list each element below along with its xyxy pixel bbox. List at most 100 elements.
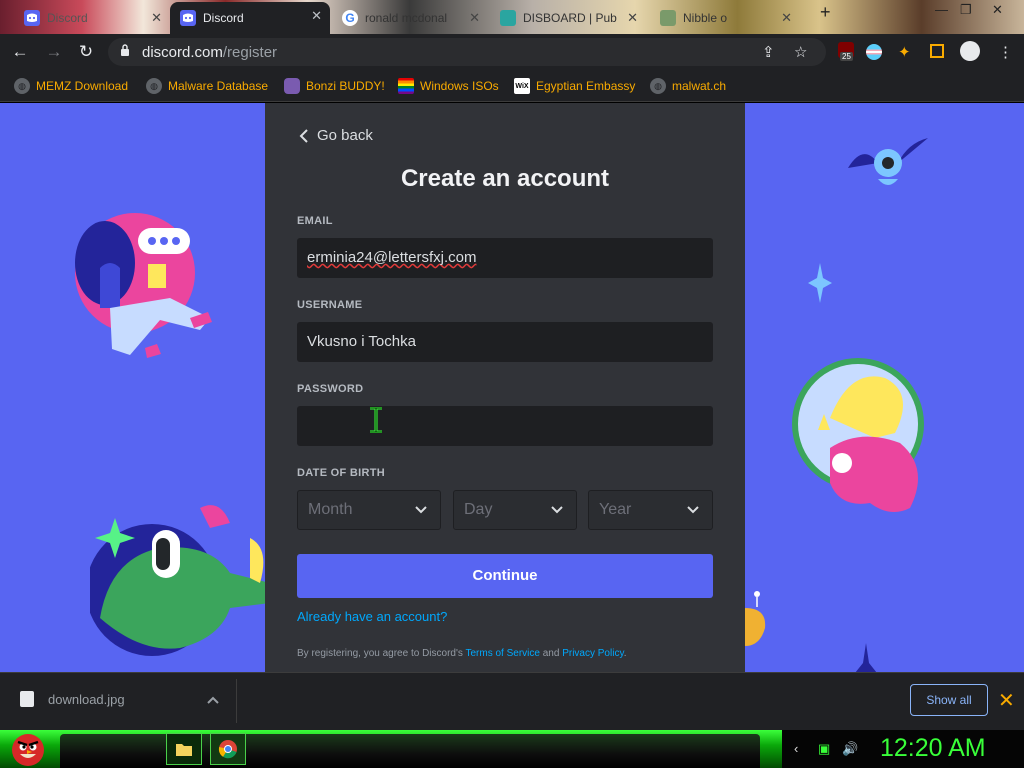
address-bar[interactable]: discord.com/register ⇪ ☆ (108, 38, 826, 66)
username-field[interactable]: Vkusno i Tochka (297, 322, 713, 362)
close-window-button[interactable]: ✕ (992, 2, 1003, 18)
username-label: USERNAME (297, 299, 363, 311)
extensions-puzzle-icon[interactable]: ✦ (898, 43, 911, 61)
register-card: Go back Create an account EMAIL erminia2… (265, 103, 745, 672)
reload-icon[interactable]: ↻ (76, 42, 96, 62)
chevron-up-icon[interactable] (206, 693, 220, 707)
bookmark-bonzi[interactable]: Bonzi BUDDY! (284, 76, 385, 96)
minimize-button[interactable]: — (935, 2, 948, 17)
terms-of-service-link[interactable]: Terms of Service (465, 648, 539, 659)
tab-strip: Discord ✕ Discord ✕ G ronald mcdonal ✕ D… (0, 0, 1024, 34)
email-label: EMAIL (297, 215, 333, 227)
globe-icon: ◍ (146, 78, 162, 94)
password-label: PASSWORD (297, 383, 364, 395)
show-hidden-icons-icon[interactable]: ‹ (794, 741, 798, 756)
network-icon[interactable]: ▣ (818, 741, 830, 757)
chevron-left-icon (299, 128, 308, 143)
page-title: Create an account (400, 165, 610, 192)
bonzi-icon (284, 78, 300, 94)
windows-icon (398, 78, 414, 94)
volume-icon[interactable]: 🔊 (842, 741, 858, 757)
tab-google[interactable]: G ronald mcdonal ✕ (332, 4, 488, 32)
tab-discord-1[interactable]: Discord ✕ (14, 4, 170, 32)
new-tab-button[interactable]: + (820, 2, 831, 23)
bookmarks-bar: ◍ MEMZ Download ◍ Malware Database Bonzi… (0, 70, 1024, 102)
forward-icon[interactable]: → (44, 42, 64, 62)
bookmark-malwatch[interactable]: ◍ malwat.ch (650, 76, 726, 96)
bookmark-memz[interactable]: ◍ MEMZ Download (14, 76, 128, 96)
screen: Discord ✕ Discord ✕ G ronald mcdonal ✕ D… (0, 0, 1024, 768)
profile-avatar[interactable] (960, 41, 980, 61)
tab-title: Discord (47, 11, 88, 25)
taskbar-clock[interactable]: 12:20 AM (880, 734, 986, 763)
bookmark-star-icon[interactable]: ☆ (794, 43, 807, 61)
year-select[interactable]: Year (588, 490, 713, 530)
sparkle-icon (855, 643, 877, 672)
maximize-button[interactable]: ❐ (960, 2, 972, 18)
register-page: Go back Create an account EMAIL erminia2… (0, 103, 1024, 672)
day-select[interactable]: Day (453, 490, 577, 530)
close-icon[interactable]: ✕ (998, 688, 1015, 713)
login-link[interactable]: Already have an account? (297, 609, 447, 624)
tab-discord-active[interactable]: Discord ✕ (170, 2, 330, 34)
illustration-girl-with-phone (75, 213, 212, 358)
side-panel-icon[interactable] (930, 44, 944, 58)
chrome-icon (218, 740, 237, 759)
url-text: discord.com/register (142, 44, 278, 61)
show-all-button[interactable]: Show all (910, 684, 988, 716)
wix-icon: WiX (514, 78, 530, 94)
illustration-green-monster (90, 505, 270, 656)
google-icon: G (342, 10, 358, 26)
taskbar-band (60, 734, 760, 768)
browser-toolbar: ← → ↻ discord.com/register ⇪ ☆ 25 ✦ ⋮ (0, 34, 1024, 70)
date-of-birth-label: DATE OF BIRTH (297, 467, 386, 479)
tab-title: Discord (203, 11, 244, 25)
tab-disboard[interactable]: DISBOARD | Pub ✕ (490, 4, 646, 32)
share-icon[interactable]: ⇪ (762, 43, 775, 61)
go-back-link[interactable]: Go back (299, 127, 373, 144)
back-icon[interactable]: ← (10, 42, 30, 62)
privacy-policy-link[interactable]: Privacy Policy (562, 648, 624, 659)
file-icon (20, 691, 34, 707)
menu-dots-icon[interactable]: ⋮ (998, 43, 1013, 61)
tab-title: ronald mcdonal (365, 11, 448, 25)
page-icon (660, 10, 676, 26)
tab-title: DISBOARD | Pub (523, 11, 617, 25)
close-icon[interactable]: ✕ (469, 10, 480, 26)
close-icon[interactable]: ✕ (151, 10, 162, 26)
extension-badge: 25 (840, 52, 853, 61)
lock-icon (121, 44, 129, 56)
ublock-icon[interactable]: 25 (838, 42, 854, 61)
chevron-down-icon (415, 506, 427, 514)
download-shelf: download.jpg Show all ✕ (0, 672, 1024, 730)
chrome-taskbar-button[interactable] (210, 733, 246, 765)
bookmark-windows-isos[interactable]: Windows ISOs (398, 76, 499, 96)
illustration-yellow-creature (792, 358, 924, 512)
password-field[interactable] (297, 406, 713, 446)
flag-extension-icon[interactable] (866, 44, 882, 60)
discord-icon (24, 10, 40, 26)
month-select[interactable]: Month (297, 490, 441, 530)
tab-title: Nibble o (683, 11, 728, 25)
divider (236, 679, 237, 723)
bookmark-egyptian-embassy[interactable]: WiX Egyptian Embassy (514, 76, 635, 96)
close-icon[interactable]: ✕ (781, 10, 792, 26)
discord-icon (180, 10, 196, 26)
continue-button[interactable]: Continue (297, 554, 713, 598)
folder-icon (176, 744, 192, 756)
close-icon[interactable]: ✕ (627, 10, 638, 26)
email-field[interactable]: erminia24@lettersfxj.com (297, 238, 713, 278)
disboard-icon (500, 10, 516, 26)
file-explorer-taskbar-button[interactable] (166, 733, 202, 765)
start-button-angry-bird-icon[interactable] (8, 728, 48, 768)
tab-page[interactable]: Nibble o ✕ (650, 4, 800, 32)
chevron-down-icon (551, 506, 563, 514)
illustration-orange-creature (745, 591, 766, 646)
illustration-bat-creature (848, 138, 928, 185)
download-item[interactable]: download.jpg (20, 691, 125, 707)
taskbar: ‹ ▣ 🔊 12:20 AM (0, 730, 1024, 768)
globe-icon: ◍ (14, 78, 30, 94)
chevron-down-icon (687, 506, 699, 514)
close-icon[interactable]: ✕ (311, 8, 322, 24)
bookmark-malware-database[interactable]: ◍ Malware Database (146, 76, 268, 96)
